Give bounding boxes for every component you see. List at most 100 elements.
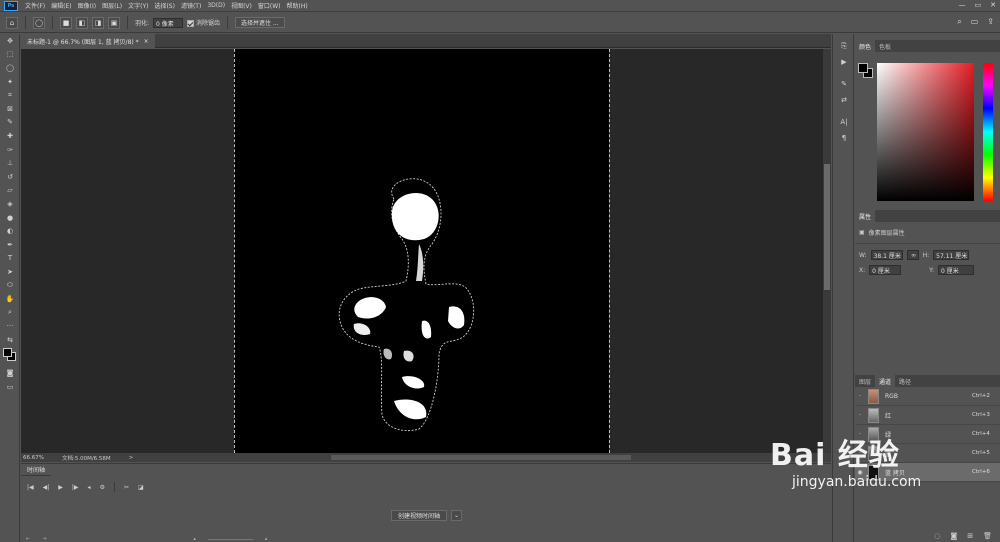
vertical-scroll-thumb[interactable] [824, 164, 830, 290]
vertical-scrollbar[interactable] [823, 49, 831, 453]
document-tab[interactable]: 未标题-1 @ 66.7% (图层 1, 蓝 拷贝/8) * × [21, 34, 155, 48]
foreground-background-swatch[interactable] [0, 347, 20, 367]
healing-brush-icon[interactable]: ✚ [0, 129, 20, 143]
actions-icon[interactable]: ▶ [833, 54, 855, 70]
menu-view[interactable]: 视图(V) [228, 1, 255, 10]
create-video-timeline-button[interactable]: 创建视频时间轴 [391, 510, 448, 521]
stamp-tool-icon[interactable]: ⊥ [0, 156, 20, 170]
shape-tool-icon[interactable]: ⬭ [0, 279, 20, 293]
home-icon[interactable]: ⌂ [6, 16, 18, 29]
type-tool-icon[interactable]: T [0, 252, 20, 266]
status-arrow-icon[interactable]: > [129, 455, 134, 461]
prev-frame-icon[interactable]: ◀| [43, 484, 50, 491]
history-brush-icon[interactable]: ↺ [0, 170, 20, 184]
next-frame-icon[interactable]: |▶ [72, 484, 79, 491]
lasso-tool-icon[interactable]: ◯ [0, 61, 20, 75]
render-icon[interactable]: ⇤ [26, 536, 30, 542]
color-spectrum[interactable] [877, 63, 974, 201]
screen-mode-icon[interactable]: ▭ [0, 380, 20, 394]
intersect-selection-icon[interactable]: ▣ [108, 16, 120, 29]
height-input[interactable]: 57.11 厘米 [933, 250, 970, 260]
menu-filter[interactable]: 滤镜(T) [178, 1, 204, 10]
eyedropper-icon[interactable]: ✎ [0, 116, 20, 130]
tab-properties[interactable]: 属性 [855, 210, 876, 222]
menu-file[interactable]: 文件(F) [22, 1, 48, 10]
magic-wand-icon[interactable]: ✦ [0, 75, 20, 89]
zoom-level[interactable]: 66.67% [23, 455, 44, 461]
crop-tool-icon[interactable]: ⌗ [0, 88, 20, 102]
select-and-mask-button[interactable]: 选择并遮住 ... [235, 17, 285, 28]
brush-tool-icon[interactable]: ✑ [0, 143, 20, 157]
eraser-tool-icon[interactable]: ▱ [0, 184, 20, 198]
tab-layers[interactable]: 图层 [855, 375, 875, 387]
load-selection-icon[interactable]: ◌ [934, 532, 940, 540]
play-icon[interactable]: ▶ [58, 484, 63, 491]
menu-window[interactable]: 窗口(W) [255, 1, 284, 10]
antialias-checkbox[interactable]: 消除锯齿 [187, 18, 220, 27]
more-tools-icon[interactable]: ··· [0, 319, 20, 333]
checkbox-checked-icon[interactable] [187, 20, 195, 27]
default-colors-icon[interactable]: ⇆ [0, 333, 20, 347]
zoom-tool-icon[interactable]: ⌕ [0, 306, 20, 320]
convert-icon[interactable]: ⇥ [42, 536, 46, 542]
split-icon[interactable]: ✂ [124, 484, 129, 491]
path-select-icon[interactable]: ➤ [0, 265, 20, 279]
channel-row-rgb[interactable]: · RGB Ctrl+2 [855, 387, 1000, 406]
share-icon[interactable]: ⇪ [987, 17, 994, 27]
subtract-selection-icon[interactable]: ◨ [92, 16, 104, 29]
quick-mask-icon[interactable]: ◙ [0, 367, 20, 381]
move-tool-icon[interactable]: ✥ [0, 34, 20, 48]
link-icon[interactable]: ∞ [906, 250, 919, 260]
lasso-tool-icon[interactable]: ◯ [33, 16, 45, 29]
zoom-slider[interactable] [207, 539, 253, 540]
brush-settings-icon[interactable]: ✎ [833, 76, 855, 92]
paragraph-icon[interactable]: ¶ [833, 130, 855, 146]
zoom-out-icon[interactable]: ▴ [193, 536, 196, 542]
hue-slider[interactable] [983, 63, 993, 201]
visibility-toggle[interactable]: · [855, 393, 865, 400]
dodge-tool-icon[interactable]: ◐ [0, 224, 20, 238]
frame-tool-icon[interactable]: ⊠ [0, 102, 20, 116]
close-tab-icon[interactable]: × [144, 38, 149, 45]
add-selection-icon[interactable]: ◧ [76, 16, 88, 29]
adjust-icon[interactable]: ⇄ [833, 92, 855, 108]
first-frame-icon[interactable]: |◀ [27, 484, 34, 491]
y-input[interactable]: 0 厘米 [938, 265, 975, 275]
settings-icon[interactable]: ⚙ [100, 484, 105, 491]
horizontal-scroll-thumb[interactable] [331, 455, 631, 460]
document-canvas[interactable] [234, 49, 609, 453]
tab-color[interactable]: 颜色 [855, 40, 876, 52]
canvas-area[interactable] [21, 49, 823, 453]
tab-paths[interactable]: 路径 [895, 375, 915, 387]
new-channel-icon[interactable]: ⊞ [967, 532, 973, 540]
timeline-tab[interactable]: 时间轴 [21, 464, 52, 476]
audio-icon[interactable]: ◂ [88, 484, 91, 491]
pen-tool-icon[interactable]: ✒ [0, 238, 20, 252]
channel-row-red[interactable]: · 红 Ctrl+3 [855, 406, 1000, 425]
menu-layer[interactable]: 图层(L) [99, 1, 125, 10]
minimize-button[interactable]: — [959, 1, 966, 9]
marquee-tool-icon[interactable]: ⬚ [0, 48, 20, 62]
menu-3d[interactable]: 3D(D) [204, 2, 228, 9]
hand-tool-icon[interactable]: ✋ [0, 292, 20, 306]
save-selection-icon[interactable]: ◙ [950, 532, 957, 540]
timeline-dropdown[interactable]: ⌄ [451, 510, 462, 521]
transition-icon[interactable]: ◪ [138, 484, 144, 491]
maximize-button[interactable]: ▭ [975, 1, 982, 9]
close-button[interactable]: ✕ [990, 1, 996, 9]
zoom-in-icon[interactable]: ▴ [265, 536, 268, 542]
paint-bucket-icon[interactable]: ◈ [0, 197, 20, 211]
menu-edit[interactable]: 编辑(E) [48, 1, 74, 10]
menu-image[interactable]: 图像(I) [75, 1, 99, 10]
search-icon[interactable]: ⌕ [957, 17, 961, 27]
feather-input[interactable]: 0 像素 [153, 17, 184, 28]
visibility-toggle[interactable]: · [855, 412, 865, 419]
history-icon[interactable]: ⎘ [833, 38, 855, 54]
delete-channel-icon[interactable]: 🗑 [983, 532, 992, 540]
menu-select[interactable]: 选择(S) [151, 1, 178, 10]
width-input[interactable]: 38.1 厘米 [870, 250, 903, 260]
x-input[interactable]: 0 厘米 [869, 265, 902, 275]
tab-swatches[interactable]: 色板 [875, 40, 895, 52]
menu-help[interactable]: 帮助(H) [284, 1, 311, 10]
workspace-icon[interactable]: ▭ [971, 17, 979, 27]
